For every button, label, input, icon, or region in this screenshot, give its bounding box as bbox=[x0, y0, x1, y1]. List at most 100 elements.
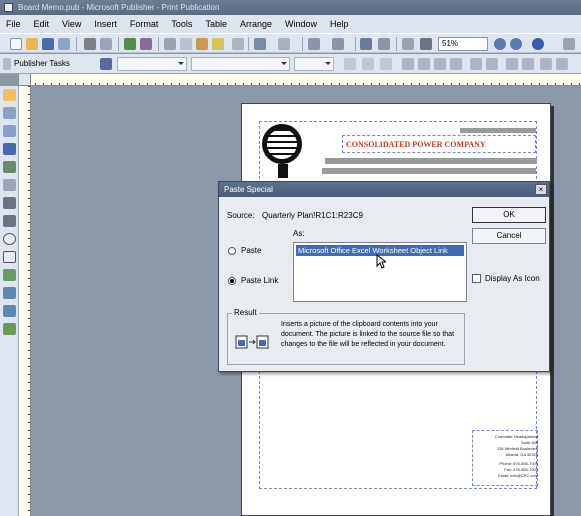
zoom-value: 51% bbox=[442, 39, 459, 48]
paste-link-label: Paste Link bbox=[241, 276, 279, 285]
font-select[interactable] bbox=[191, 57, 290, 71]
close-doc-icon[interactable] bbox=[563, 38, 575, 50]
menu-format[interactable]: Format bbox=[130, 19, 159, 29]
standard-toolbar: 51% bbox=[0, 33, 581, 53]
save-icon[interactable] bbox=[42, 38, 54, 50]
publisher-tasks-button[interactable]: Publisher Tasks bbox=[14, 57, 70, 71]
font-size-down-icon[interactable] bbox=[556, 58, 568, 70]
zoom-select[interactable]: 51% bbox=[438, 37, 488, 51]
ruler-corner[interactable] bbox=[19, 74, 31, 86]
redo-icon[interactable] bbox=[278, 38, 290, 50]
bullets-icon[interactable] bbox=[486, 58, 498, 70]
align-left-icon[interactable] bbox=[402, 58, 414, 70]
select-pointer-icon[interactable] bbox=[3, 89, 16, 101]
header-bar-low bbox=[322, 168, 536, 174]
align-right-icon[interactable] bbox=[434, 58, 446, 70]
menu-file[interactable]: File bbox=[6, 19, 21, 29]
help-icon[interactable] bbox=[532, 38, 544, 50]
zoom-out-icon[interactable] bbox=[494, 38, 506, 50]
undo-icon[interactable] bbox=[254, 38, 266, 50]
text-box-icon[interactable] bbox=[3, 107, 16, 119]
hyperlink-icon[interactable] bbox=[360, 38, 372, 50]
title-bar: Board Memo.pub - Microsoft Publisher - P… bbox=[0, 0, 581, 15]
line-icon[interactable] bbox=[3, 197, 16, 209]
clip-art-icon[interactable] bbox=[3, 179, 16, 191]
copy-icon[interactable] bbox=[180, 38, 192, 50]
oval-icon[interactable] bbox=[3, 233, 16, 245]
dialog-title: Paste Special bbox=[224, 185, 273, 194]
insert-table-icon[interactable] bbox=[3, 125, 16, 137]
menu-bar: File Edit View Insert Format Tools Table… bbox=[0, 15, 581, 33]
app-icon bbox=[4, 3, 13, 12]
styles-icon[interactable] bbox=[100, 58, 112, 70]
hot-spot-icon[interactable] bbox=[3, 287, 16, 299]
menu-help[interactable]: Help bbox=[330, 19, 349, 29]
menu-edit[interactable]: Edit bbox=[34, 19, 50, 29]
menu-window[interactable]: Window bbox=[285, 19, 317, 29]
paste-radio[interactable] bbox=[228, 247, 236, 255]
paste-special-dialog: Paste Special × Source: Quarterly Plan!R… bbox=[218, 181, 550, 372]
header-bar-mid bbox=[325, 158, 537, 164]
menu-arrange[interactable]: Arrange bbox=[240, 19, 272, 29]
font-size-up-icon[interactable] bbox=[540, 58, 552, 70]
decrease-indent-icon[interactable] bbox=[506, 58, 518, 70]
zoom-in-icon[interactable] bbox=[510, 38, 522, 50]
print-preview-icon[interactable] bbox=[100, 38, 112, 50]
address-block: Corporate Headquarters Suite 400 135 Win… bbox=[474, 434, 538, 479]
paste-link-radio[interactable] bbox=[228, 277, 236, 285]
picture-frame-icon[interactable] bbox=[3, 161, 16, 173]
increase-indent-icon[interactable] bbox=[522, 58, 534, 70]
address-line: Email: info@CPC.com bbox=[498, 473, 538, 478]
logo-stand bbox=[278, 164, 288, 178]
italic-icon[interactable] bbox=[362, 58, 374, 70]
mail-icon[interactable] bbox=[58, 38, 70, 50]
pilcrow-icon[interactable] bbox=[420, 38, 432, 50]
cut-icon[interactable] bbox=[164, 38, 176, 50]
align-center-icon[interactable] bbox=[418, 58, 430, 70]
print-icon[interactable] bbox=[84, 38, 96, 50]
as-label: As: bbox=[293, 229, 305, 238]
spelling-icon[interactable] bbox=[124, 38, 136, 50]
paste-icon[interactable] bbox=[196, 38, 208, 50]
rotate-icon[interactable] bbox=[332, 38, 344, 50]
format-painter-icon[interactable] bbox=[212, 38, 224, 50]
menu-tools[interactable]: Tools bbox=[171, 19, 192, 29]
open-icon[interactable] bbox=[26, 38, 38, 50]
clear-icon[interactable] bbox=[232, 38, 244, 50]
zoom-icon[interactable] bbox=[378, 38, 390, 50]
arrow-icon[interactable] bbox=[3, 215, 16, 227]
company-logo bbox=[262, 124, 302, 164]
bold-icon[interactable] bbox=[344, 58, 356, 70]
as-listbox[interactable]: Microsoft Office Excel Worksheet Object … bbox=[293, 242, 467, 302]
research-icon[interactable] bbox=[140, 38, 152, 50]
menu-insert[interactable]: Insert bbox=[94, 19, 117, 29]
font-size-select[interactable] bbox=[294, 57, 334, 71]
underline-icon[interactable] bbox=[380, 58, 392, 70]
menu-table[interactable]: Table bbox=[205, 19, 227, 29]
source-label: Source: bbox=[227, 211, 255, 220]
display-as-icon-checkbox[interactable] bbox=[472, 274, 481, 283]
rectangle-icon[interactable] bbox=[3, 251, 16, 263]
new-icon[interactable] bbox=[10, 38, 22, 50]
cancel-button[interactable]: Cancel bbox=[472, 228, 546, 244]
display-as-icon-label: Display As Icon bbox=[485, 274, 540, 283]
wordart-icon[interactable] bbox=[3, 143, 16, 155]
horizontal-ruler[interactable] bbox=[19, 74, 581, 86]
header-bar-top bbox=[460, 128, 536, 133]
vertical-ruler[interactable] bbox=[19, 86, 31, 516]
dialog-title-bar: Paste Special bbox=[219, 182, 549, 197]
style-select[interactable] bbox=[117, 57, 187, 71]
autoshapes-icon[interactable] bbox=[3, 269, 16, 281]
justify-icon[interactable] bbox=[450, 58, 462, 70]
form-control-icon[interactable] bbox=[3, 305, 16, 317]
mouse-cursor-icon bbox=[376, 254, 386, 269]
menu-view[interactable]: View bbox=[62, 19, 81, 29]
company-name: CONSOLIDATED POWER COMPANY bbox=[346, 140, 486, 149]
design-gallery-icon[interactable] bbox=[3, 323, 16, 335]
ok-button[interactable]: OK bbox=[472, 207, 546, 223]
bring-to-front-icon[interactable] bbox=[308, 38, 320, 50]
numbering-icon[interactable] bbox=[470, 58, 482, 70]
close-icon[interactable]: × bbox=[535, 184, 547, 195]
objects-toolbar bbox=[0, 86, 19, 516]
columns-icon[interactable] bbox=[402, 38, 414, 50]
